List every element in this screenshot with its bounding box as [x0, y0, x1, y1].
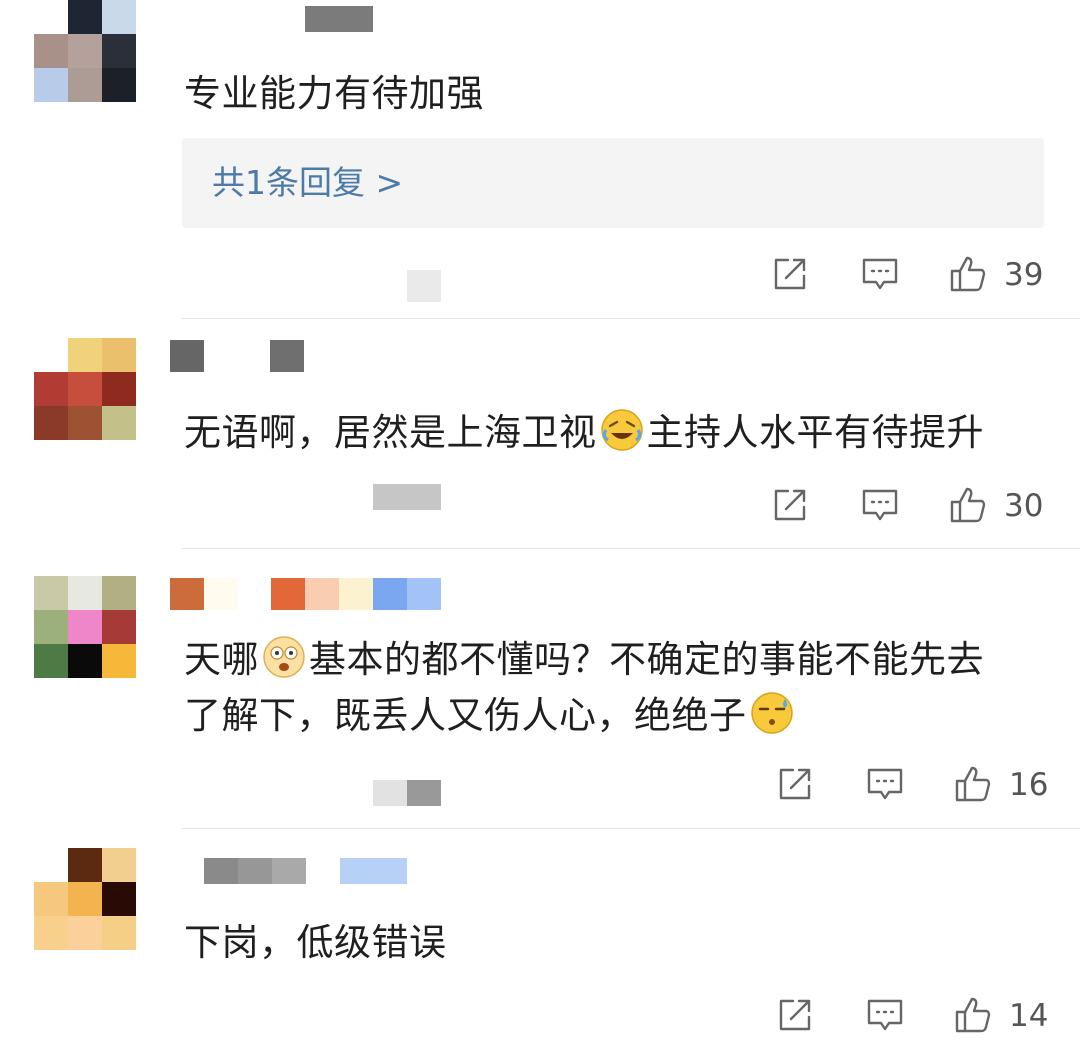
- comment-text-part: 基本的都不懂吗？不确定的事能不能先去: [309, 638, 984, 681]
- username-blurred[interactable]: [339, 578, 373, 610]
- thumbs-up-icon[interactable]: [949, 760, 997, 808]
- comment-item: 专业能力有待加强 共1条回复 > 39: [0, 0, 1080, 318]
- comment-text: 天哪 基本的都不懂吗？不确定的事能不能先去 了解下，既丢人又伤人心，绝绝子: [184, 632, 1054, 744]
- comment-text: 无语啊，居然是上海卫视 主持人水平有待提升: [184, 405, 1054, 461]
- username-blurred[interactable]: [305, 6, 373, 32]
- username-blurred[interactable]: [272, 858, 306, 884]
- thumbs-up-icon[interactable]: [944, 250, 992, 298]
- comment-item: 天哪 基本的都不懂吗？不确定的事能不能先去 了解下，既丢人又伤人心，绝绝子 16: [0, 549, 1080, 828]
- share-icon[interactable]: [771, 991, 819, 1039]
- username-blurred[interactable]: [373, 578, 407, 610]
- like-count: 30: [1004, 488, 1044, 524]
- username-blurred[interactable]: [305, 578, 339, 610]
- comment-actions: 16: [771, 760, 1071, 810]
- comment-icon[interactable]: [856, 481, 904, 529]
- comment-text-part: 了解下，既丢人又伤人心，绝绝子: [184, 694, 747, 737]
- username-blurred[interactable]: [204, 578, 238, 610]
- username-blurred[interactable]: [238, 858, 272, 884]
- share-icon[interactable]: [766, 250, 814, 298]
- comment-item: 无语啊，居然是上海卫视 主持人水平有待提升 30: [0, 319, 1080, 548]
- username-blurred[interactable]: [270, 340, 304, 372]
- avatar[interactable]: [34, 576, 136, 678]
- avatar[interactable]: [34, 0, 136, 102]
- comment-icon[interactable]: [856, 250, 904, 298]
- comment-text-part: 天哪: [184, 638, 259, 681]
- reply-count-link[interactable]: 共1条回复 >: [212, 158, 403, 208]
- comment-actions: 39: [766, 250, 1066, 300]
- comment-text-part: 主持人水平有待提升: [646, 411, 984, 454]
- comment-text: 下岗，低级错误: [184, 921, 447, 964]
- username-blurred[interactable]: [407, 578, 441, 610]
- timestamp-blurred: [407, 780, 441, 806]
- comment-actions: 14: [771, 991, 1071, 1041]
- like-count: 16: [1009, 767, 1049, 803]
- reply-preview[interactable]: 共1条回复 >: [182, 138, 1044, 228]
- like-count: 14: [1009, 998, 1049, 1034]
- username-blurred[interactable]: [170, 578, 204, 610]
- avatar[interactable]: [34, 848, 136, 950]
- username-blurred[interactable]: [271, 578, 305, 610]
- comment-item: 下岗，低级错误 14: [0, 829, 1080, 1052]
- username-blurred[interactable]: [204, 858, 238, 884]
- timestamp-blurred: [373, 484, 441, 510]
- sweat-emoji: [750, 692, 793, 734]
- avatar[interactable]: [34, 338, 136, 440]
- thumbs-up-icon[interactable]: [949, 991, 997, 1039]
- username-blurred[interactable]: [170, 340, 204, 372]
- share-icon[interactable]: [766, 481, 814, 529]
- share-icon[interactable]: [771, 760, 819, 808]
- comment-icon[interactable]: [861, 991, 909, 1039]
- laughing-crying-emoji: [600, 409, 643, 451]
- timestamp-blurred: [407, 270, 441, 302]
- shocked-emoji: [263, 636, 305, 678]
- comment-icon[interactable]: [861, 760, 909, 808]
- thumbs-up-icon[interactable]: [944, 481, 992, 529]
- username-blurred[interactable]: [340, 858, 407, 884]
- like-count: 39: [1004, 257, 1044, 293]
- comment-text-part: 无语啊，居然是上海卫视: [184, 411, 597, 454]
- timestamp-blurred: [373, 780, 407, 806]
- comment-text: 专业能力有待加强: [184, 72, 484, 115]
- comment-actions: 30: [766, 481, 1066, 531]
